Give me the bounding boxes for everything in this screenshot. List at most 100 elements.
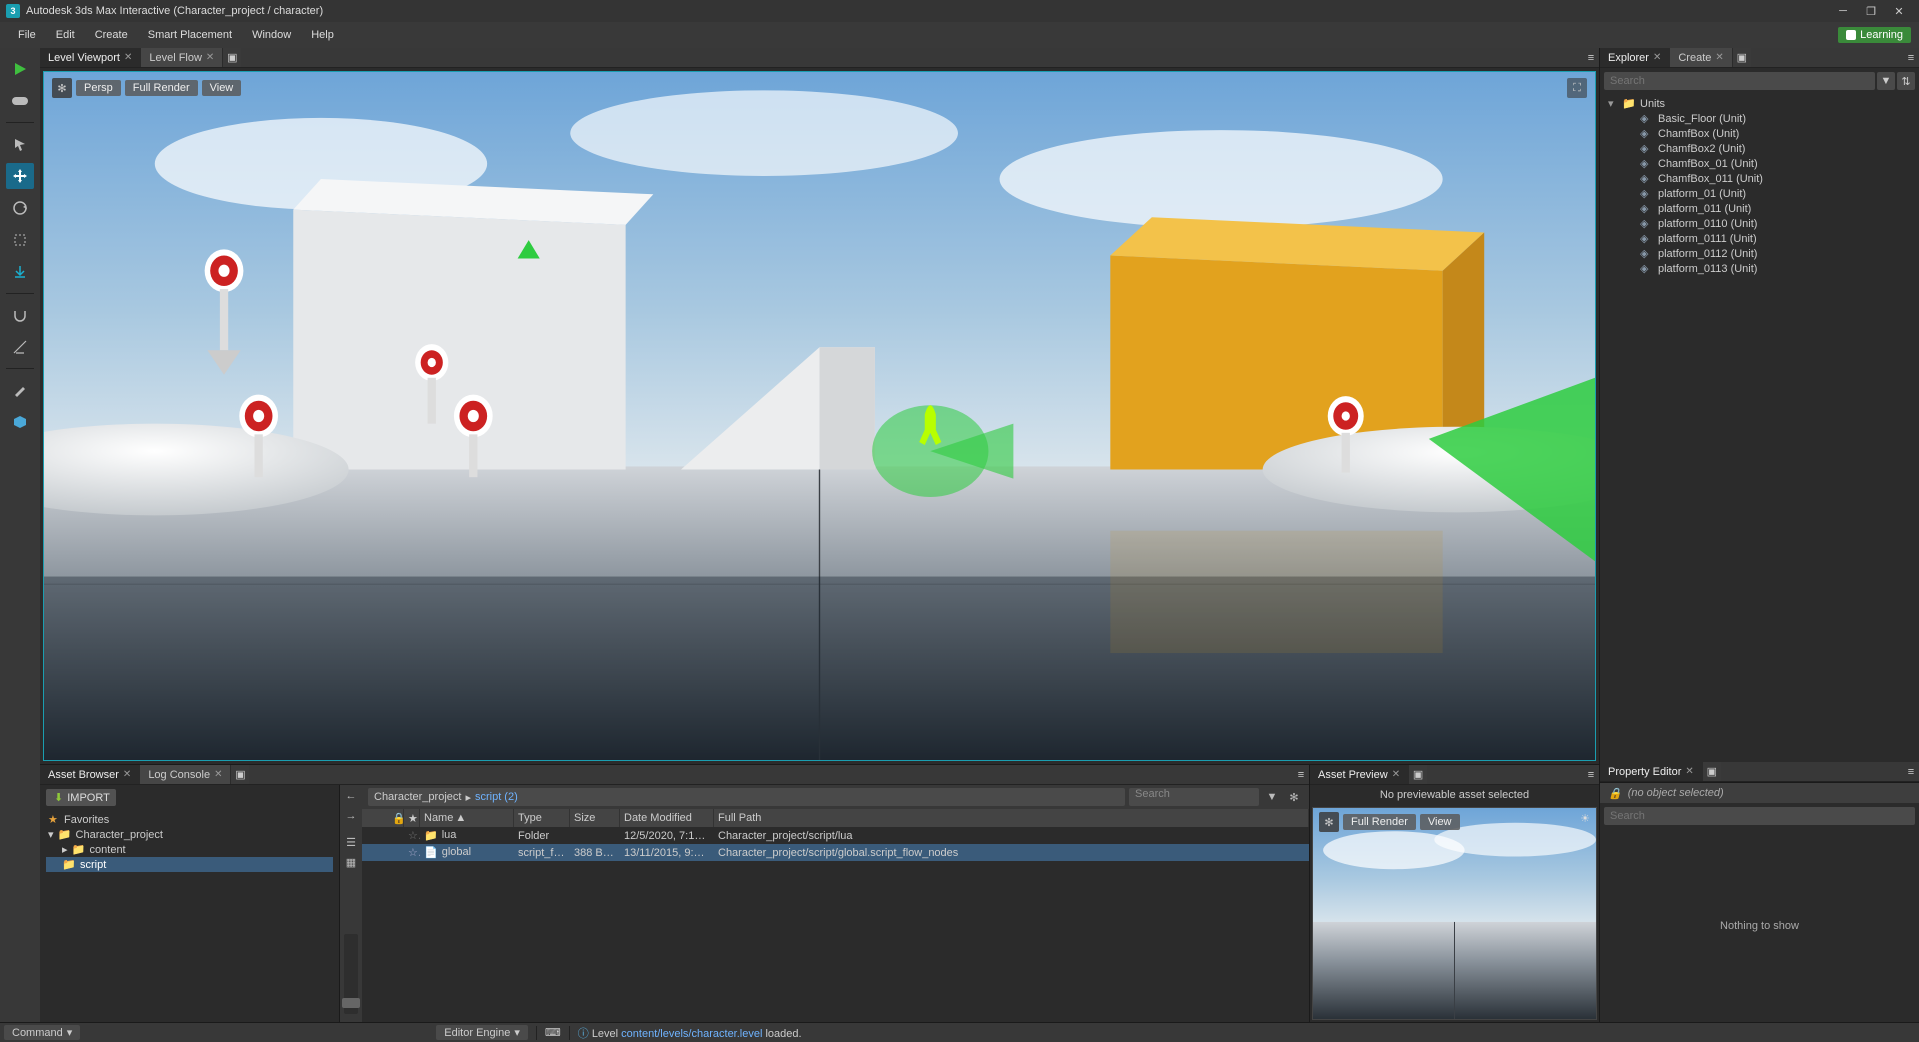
sort-icon[interactable]: ⇅: [1897, 72, 1915, 90]
explorer-item[interactable]: ◈ChamfBox2 (Unit): [1604, 141, 1915, 156]
panel-menu-icon[interactable]: ≡: [1903, 48, 1919, 67]
explorer-item[interactable]: ◈platform_0113 (Unit): [1604, 261, 1915, 276]
explorer-item[interactable]: ◈platform_01 (Unit): [1604, 186, 1915, 201]
primitive-button[interactable]: [6, 409, 34, 435]
menu-window[interactable]: Window: [242, 25, 301, 45]
move-tool[interactable]: [6, 163, 34, 189]
window-minimize-button[interactable]: ─: [1829, 0, 1857, 22]
explorer-item[interactable]: ◈platform_0112 (Unit): [1604, 246, 1915, 261]
command-dropdown[interactable]: Command▾: [4, 1025, 80, 1040]
tab-explorer[interactable]: Explorer✕: [1600, 48, 1670, 67]
table-row[interactable]: ☆ 📄global script_flo... 388 Bytes 13/11/…: [362, 844, 1309, 861]
scale-tool[interactable]: [6, 227, 34, 253]
breadcrumb[interactable]: Character_project ▸ script (2): [368, 788, 1125, 806]
filter-icon[interactable]: ▼: [1263, 788, 1281, 806]
tab-level-flow[interactable]: Level Flow ✕: [141, 48, 223, 67]
explorer-item[interactable]: ◈platform_0111 (Unit): [1604, 231, 1915, 246]
col-name[interactable]: Name▲: [420, 809, 514, 827]
brush-button[interactable]: [6, 377, 34, 403]
viewport-camera-mode[interactable]: Persp: [76, 80, 121, 96]
tree-folder-script[interactable]: 📁script: [46, 857, 333, 872]
viewport-maximize-icon[interactable]: ⛶: [1567, 78, 1587, 98]
explorer-item[interactable]: ◈platform_011 (Unit): [1604, 201, 1915, 216]
list-view-icon[interactable]: ☰: [342, 833, 360, 851]
tab-create[interactable]: Create✕: [1670, 48, 1732, 67]
lock-icon[interactable]: 🔒: [388, 809, 404, 827]
window-close-button[interactable]: ✕: [1885, 0, 1913, 22]
col-date[interactable]: Date Modified: [620, 809, 714, 827]
lighting-icon[interactable]: ☀: [1580, 812, 1590, 825]
menu-file[interactable]: File: [8, 25, 46, 45]
panel-menu-icon[interactable]: ≡: [1903, 762, 1919, 781]
explorer-item[interactable]: ◈ChamfBox (Unit): [1604, 126, 1915, 141]
add-tab-button[interactable]: ▣: [223, 48, 241, 67]
panel-menu-icon[interactable]: ≡: [1293, 765, 1309, 784]
explorer-item[interactable]: ◈ChamfBox_01 (Unit): [1604, 156, 1915, 171]
place-tool[interactable]: [6, 259, 34, 285]
preview-render-mode[interactable]: Full Render: [1343, 814, 1416, 830]
tab-log-console[interactable]: Log Console✕: [140, 765, 231, 784]
play-button[interactable]: [6, 56, 34, 82]
add-tab-button[interactable]: ▣: [1733, 48, 1751, 67]
tree-project[interactable]: ▾📁Character_project: [46, 827, 333, 842]
explorer-search-input[interactable]: [1604, 72, 1875, 90]
engine-dropdown[interactable]: Editor Engine▾: [436, 1025, 528, 1040]
snap-button[interactable]: [6, 302, 34, 328]
lock-icon[interactable]: 🔒: [1608, 787, 1622, 800]
star-icon[interactable]: ☆: [404, 829, 420, 842]
close-icon[interactable]: ✕: [1392, 769, 1400, 780]
thumbnail-size-slider[interactable]: [344, 934, 358, 1014]
add-tab-button[interactable]: ▣: [231, 765, 249, 784]
menu-create[interactable]: Create: [85, 25, 138, 45]
viewport-settings-icon[interactable]: ✻: [52, 78, 72, 98]
settings-icon[interactable]: ✻: [1285, 788, 1303, 806]
menu-edit[interactable]: Edit: [46, 25, 85, 45]
col-type[interactable]: Type: [514, 809, 570, 827]
grid-view-icon[interactable]: ▦: [342, 853, 360, 871]
preview-settings-icon[interactable]: ✻: [1319, 812, 1339, 832]
filter-icon[interactable]: ▼: [1877, 72, 1895, 90]
close-icon[interactable]: ✕: [1715, 52, 1723, 63]
preview-view-mode[interactable]: View: [1420, 814, 1460, 830]
measure-button[interactable]: [6, 334, 34, 360]
learning-button[interactable]: Learning: [1838, 27, 1911, 43]
menu-help[interactable]: Help: [301, 25, 344, 45]
tab-property-editor[interactable]: Property Editor✕: [1600, 762, 1703, 781]
star-icon[interactable]: ★: [404, 809, 420, 827]
viewport-view-mode[interactable]: View: [202, 80, 242, 96]
explorer-item[interactable]: ◈platform_0110 (Unit): [1604, 216, 1915, 231]
close-icon[interactable]: ✕: [124, 52, 132, 63]
window-maximize-button[interactable]: ❐: [1857, 0, 1885, 22]
import-button[interactable]: ⬇ IMPORT: [46, 789, 116, 806]
asset-preview-viewport[interactable]: ✻ Full Render View ☀: [1312, 807, 1597, 1020]
add-tab-button[interactable]: ▣: [1703, 762, 1721, 781]
tree-favorites[interactable]: ★Favorites: [46, 812, 333, 827]
tab-asset-browser[interactable]: Asset Browser✕: [40, 765, 140, 784]
star-icon[interactable]: ☆: [404, 846, 420, 859]
close-icon[interactable]: ✕: [214, 769, 222, 780]
panel-menu-icon[interactable]: ≡: [1583, 765, 1599, 784]
explorer-root[interactable]: ▾📁Units: [1604, 96, 1915, 111]
viewport-render-mode[interactable]: Full Render: [125, 80, 198, 96]
property-search-input[interactable]: [1604, 807, 1915, 825]
col-size[interactable]: Size: [570, 809, 620, 827]
select-tool[interactable]: [6, 131, 34, 157]
back-nav-icon[interactable]: ←: [342, 787, 360, 805]
panel-menu-icon[interactable]: ≡: [1583, 48, 1599, 67]
rotate-tool[interactable]: [6, 195, 34, 221]
tree-folder-content[interactable]: ▸📁content: [46, 842, 333, 857]
tab-level-viewport[interactable]: Level Viewport ✕: [40, 48, 141, 67]
close-icon[interactable]: ✕: [123, 769, 131, 780]
explorer-item[interactable]: ◈Basic_Floor (Unit): [1604, 111, 1915, 126]
level-viewport[interactable]: ✻ Persp Full Render View ⛶: [43, 71, 1596, 761]
terminal-icon[interactable]: ⌨: [545, 1026, 561, 1039]
close-icon[interactable]: ✕: [206, 52, 214, 63]
asset-search-input[interactable]: Search: [1129, 788, 1259, 806]
table-row[interactable]: ☆ 📁lua Folder 12/5/2020, 7:15:24 ... Cha…: [362, 827, 1309, 844]
add-tab-button[interactable]: ▣: [1409, 765, 1427, 784]
close-icon[interactable]: ✕: [1685, 766, 1693, 777]
gamepad-button[interactable]: [6, 88, 34, 114]
explorer-item[interactable]: ◈ChamfBox_011 (Unit): [1604, 171, 1915, 186]
fwd-nav-icon[interactable]: →: [342, 807, 360, 825]
col-path[interactable]: Full Path: [714, 809, 1309, 827]
